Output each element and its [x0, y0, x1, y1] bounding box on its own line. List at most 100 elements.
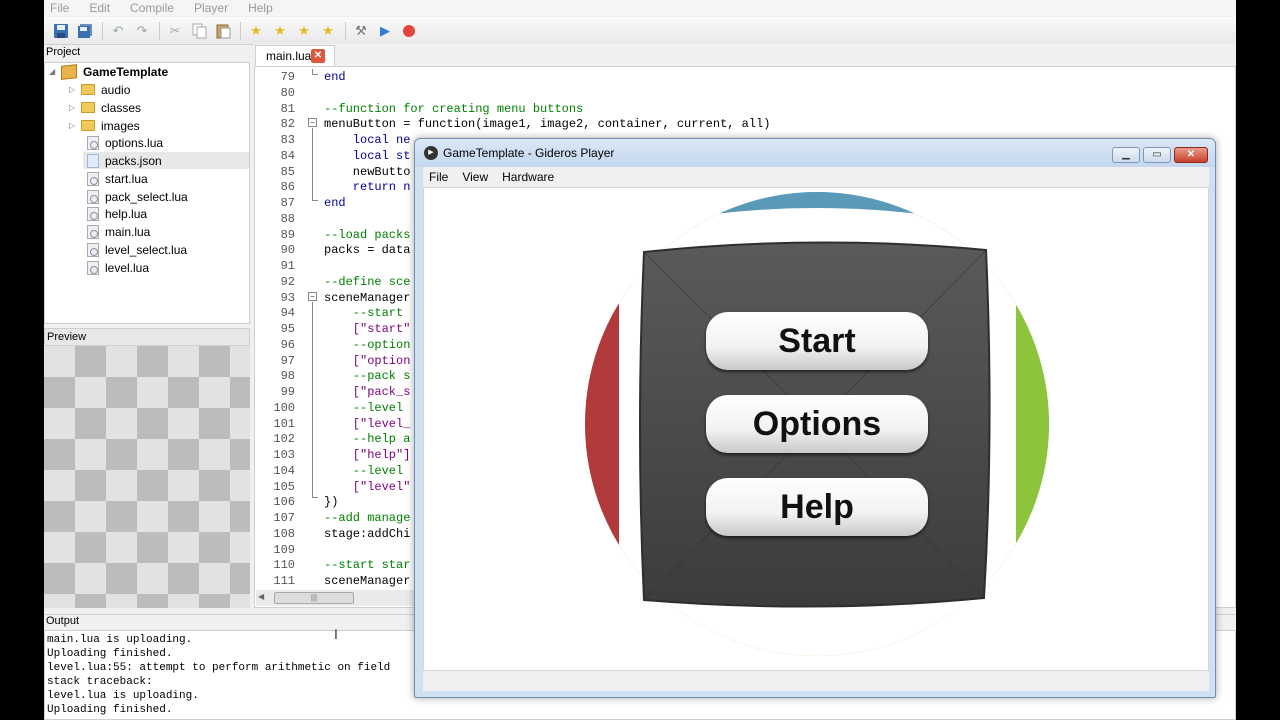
tree-file[interactable]: main.lua [87, 223, 150, 240]
start-button[interactable]: Start [706, 312, 928, 370]
toolbar-separator [345, 21, 346, 40]
line-number: 94 [280, 306, 295, 321]
folder-icon [81, 102, 95, 113]
tab-main-lua[interactable]: main.lua ✕ [255, 45, 335, 66]
tree-file[interactable]: level_select.lua [87, 241, 187, 258]
star-icon[interactable]: ★ [247, 22, 265, 40]
collapse-arrow-icon[interactable]: ▷ [69, 121, 81, 130]
minimize-icon[interactable]: ▁ [1112, 147, 1140, 163]
log-line: level.lua:55: attempt to perform arithme… [47, 662, 391, 674]
line-number: 105 [273, 479, 295, 494]
code-line: --level [324, 400, 404, 415]
file-label: main.lua [105, 224, 151, 239]
collapse-arrow-icon[interactable]: ▷ [69, 85, 81, 94]
tree-file[interactable]: help.lua [87, 205, 147, 222]
code-line: local st [324, 148, 411, 163]
line-number: 89 [280, 227, 295, 242]
scroll-left-icon[interactable]: ◀ [258, 592, 264, 601]
toolbar-separator [240, 21, 241, 40]
line-number: 96 [280, 337, 295, 352]
project-panel-header: Project [44, 46, 250, 61]
options-button[interactable]: Options [706, 395, 928, 453]
log-line: Uploading finished. [47, 648, 173, 660]
code-line: --start star [324, 558, 411, 573]
tree-file[interactable]: level.lua [87, 259, 149, 276]
fold-line [312, 302, 313, 492]
line-number: 79 [280, 70, 295, 84]
folder-icon [81, 120, 95, 131]
tree-root[interactable]: ◢ GameTemplate [49, 63, 168, 80]
fold-toggle-icon[interactable]: − [308, 118, 317, 127]
fold-margin: − − [305, 67, 319, 607]
star-add-icon[interactable]: ★ [271, 22, 289, 40]
toolbar-separator [102, 21, 103, 40]
player-menu-view[interactable]: View [462, 170, 488, 184]
player-title-bar[interactable]: ▶ GameTemplate - Gideros Player ▁ ▭ ✕ [415, 139, 1215, 167]
stop-icon[interactable] [400, 22, 418, 40]
text-cursor-icon: I [334, 626, 338, 642]
star-prev-icon[interactable]: ★ [295, 22, 313, 40]
menu-file[interactable]: File [50, 1, 69, 15]
project-icon [61, 63, 77, 80]
paste-icon[interactable] [214, 22, 232, 40]
code-line: menuButton = function(image1, image2, co… [324, 117, 771, 132]
code-line: --level [324, 463, 404, 478]
redo-icon[interactable]: ↷ [133, 22, 151, 40]
menu-help[interactable]: Help [248, 1, 273, 15]
file-label: packs.json [105, 153, 162, 168]
expand-arrow-icon[interactable]: ◢ [49, 67, 61, 76]
screen: File Edit Compile Player Help ↶ ↷ ✂ ★ ★ … [0, 0, 1280, 720]
line-number: 87 [280, 196, 295, 210]
tree-folder[interactable]: ▷ images [69, 117, 140, 134]
copy-icon[interactable] [190, 22, 208, 40]
fold-end-marker [312, 69, 318, 75]
scroll-thumb[interactable]: ||| [274, 592, 354, 604]
menu-edit[interactable]: Edit [89, 1, 110, 15]
lua-file-icon [87, 171, 99, 186]
folder-label: audio [101, 82, 131, 97]
tree-file[interactable]: options.lua [87, 134, 163, 151]
file-label: help.lua [105, 206, 148, 221]
undo-icon[interactable]: ↶ [109, 22, 127, 40]
code-line: local ne [324, 133, 411, 147]
gideros-player-window: ▶ GameTemplate - Gideros Player ▁ ▭ ✕ Fi… [414, 138, 1216, 698]
line-number-gutter: 79 80 81 82 83 84 85 86 87 88 89 90 91 92 93 94 95 96 97 98… [255, 67, 301, 607]
player-menu-hardware[interactable]: Hardware [502, 170, 554, 184]
maximize-icon[interactable]: ▭ [1143, 147, 1171, 163]
line-number: 100 [273, 400, 295, 415]
fold-end-marker [312, 492, 318, 498]
collapse-arrow-icon[interactable]: ▷ [69, 103, 81, 112]
tree-folder[interactable]: ▷ classes [69, 99, 141, 116]
player-menu-file[interactable]: File [429, 170, 448, 184]
line-number: 107 [273, 511, 295, 525]
folder-label: classes [101, 100, 142, 115]
line-number: 93 [280, 290, 295, 305]
line-number: 104 [273, 463, 295, 478]
play-icon[interactable]: ▶ [376, 22, 394, 40]
line-number: 80 [280, 85, 295, 100]
json-file-icon [87, 153, 99, 168]
code-line: end [324, 70, 346, 84]
menu-compile[interactable]: Compile [130, 1, 174, 15]
save-all-icon[interactable] [76, 22, 94, 40]
fold-toggle-icon[interactable]: − [308, 292, 317, 301]
line-number: 85 [280, 164, 295, 179]
file-label: start.lua [105, 171, 148, 186]
lua-file-icon [87, 189, 99, 204]
cut-icon[interactable]: ✂ [166, 22, 184, 40]
help-button[interactable]: Help [706, 478, 928, 536]
tab-label: main.lua [266, 49, 312, 63]
export-icon[interactable]: ⚒ [352, 22, 370, 40]
line-number: 82 [280, 117, 295, 132]
close-icon[interactable]: ✕ [311, 49, 325, 63]
tree-file[interactable]: start.lua [87, 170, 148, 187]
tree-folder[interactable]: ▷ audio [69, 81, 130, 98]
menu-player[interactable]: Player [194, 1, 228, 15]
player-canvas[interactable]: Start Options Help [423, 187, 1209, 671]
close-icon[interactable]: ✕ [1174, 147, 1208, 163]
tree-file[interactable]: pack_select.lua [87, 188, 188, 205]
line-number: 86 [280, 180, 295, 195]
star-next-icon[interactable]: ★ [319, 22, 337, 40]
save-icon[interactable] [52, 22, 70, 40]
tree-file-selected[interactable]: packs.json [83, 152, 249, 169]
